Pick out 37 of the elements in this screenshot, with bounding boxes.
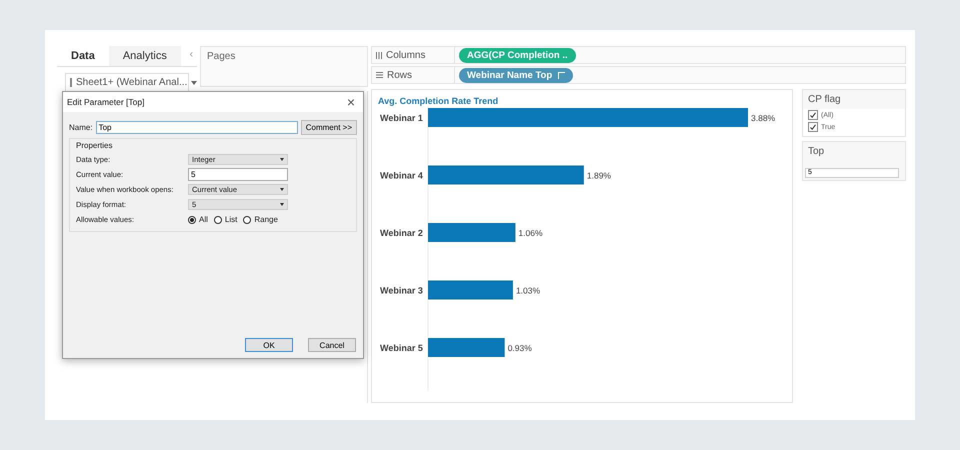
- name-field[interactable]: Top: [96, 121, 298, 134]
- value-label: 1.03%: [516, 286, 540, 296]
- shelf-label: Rows: [387, 70, 412, 80]
- value-label: 1.06%: [518, 228, 543, 238]
- dropdown-arrow-icon: [280, 188, 284, 191]
- cancel-button[interactable]: Cancel: [308, 338, 356, 352]
- comment-button[interactable]: Comment >>: [300, 120, 357, 135]
- category-label: Webinar 1: [380, 113, 423, 123]
- dropdown-arrow-icon: [280, 203, 284, 206]
- checkbox[interactable]: [808, 122, 818, 132]
- value-label: 0.93%: [508, 343, 532, 353]
- ok-button[interactable]: OK: [245, 338, 293, 352]
- value-label: 1.89%: [586, 170, 611, 180]
- pane-tab[interactable]: Analytics: [108, 46, 181, 66]
- radio-option[interactable]: All: [188, 215, 208, 224]
- checkbox[interactable]: [808, 110, 818, 120]
- chart-title: Avg. Completion Rate Trend: [378, 96, 500, 106]
- rows-icon: [376, 72, 383, 78]
- parameter-title: Top: [807, 145, 826, 159]
- filter-title: CP flag: [807, 93, 842, 107]
- pages-shelf: Pages: [200, 46, 368, 87]
- close-button[interactable]: ×: [342, 94, 359, 110]
- category-label: Webinar 5: [380, 343, 423, 353]
- category-label: Webinar 3: [380, 286, 423, 296]
- sort-icon: [558, 72, 566, 78]
- input-field[interactable]: 5: [188, 168, 288, 181]
- dialog-title: Edit Parameter [Top]: [67, 97, 144, 107]
- shelf-label: Columns: [386, 50, 426, 60]
- radio-option[interactable]: Range: [243, 215, 278, 224]
- category-label: Webinar 2: [380, 228, 423, 238]
- group-label: Properties: [76, 141, 114, 150]
- columns-icon: [376, 52, 382, 58]
- radio-option[interactable]: List: [214, 215, 238, 224]
- field-label: Name:: [69, 123, 93, 132]
- value-label: 3.88%: [751, 113, 776, 123]
- category-label: Webinar 4: [380, 170, 423, 180]
- dropdown-arrow-icon: [280, 158, 284, 161]
